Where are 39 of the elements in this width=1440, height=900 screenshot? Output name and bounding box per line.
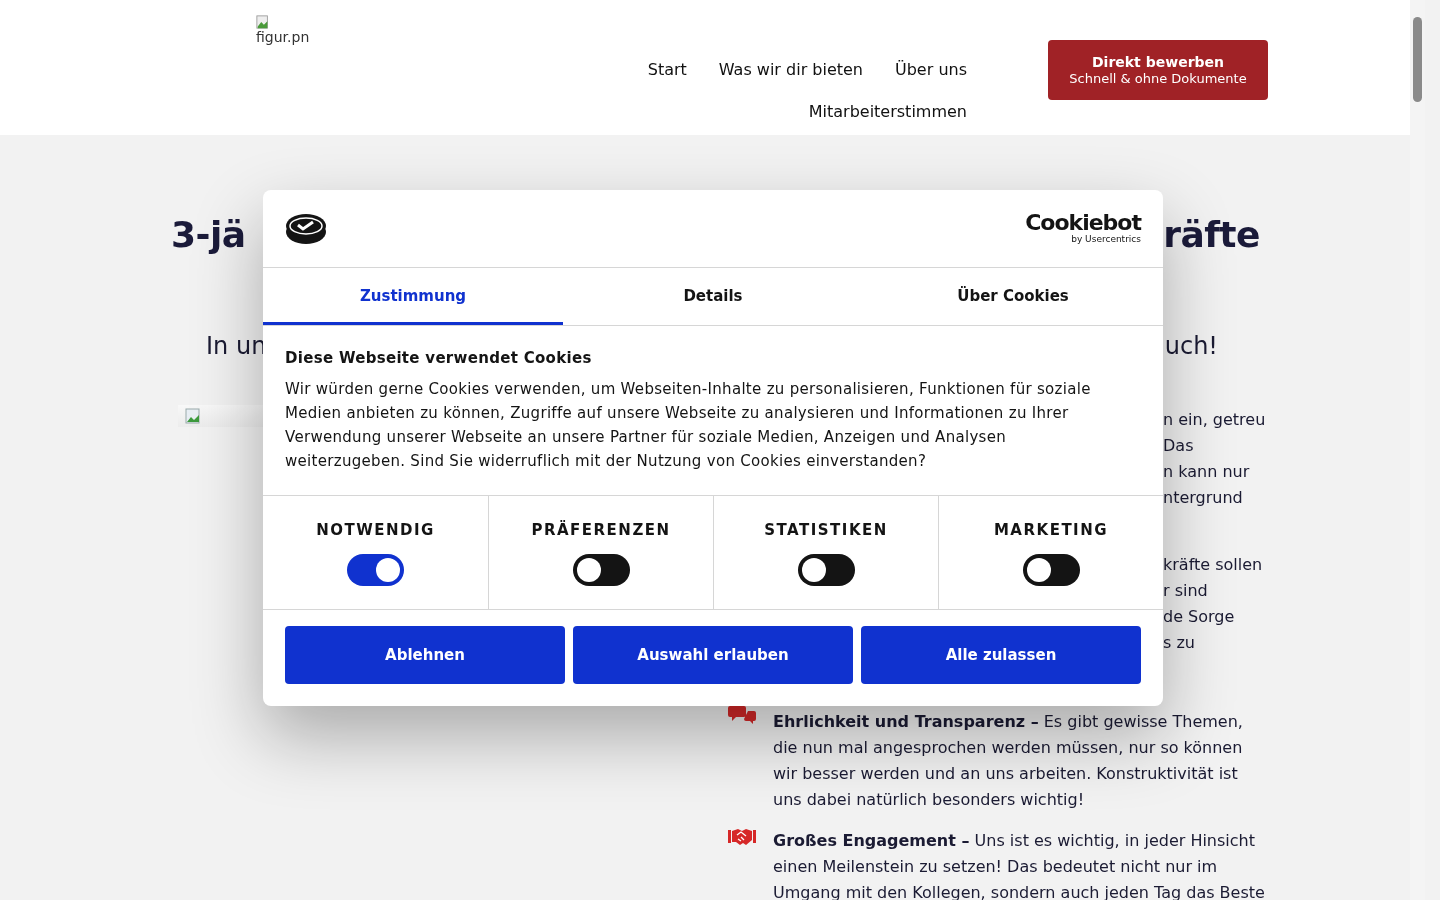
text-line: ntergrund [1163,487,1244,509]
category-toggle[interactable] [347,554,404,586]
consent-button[interactable]: Ablehnen [285,626,565,684]
category-label: MARKETING [993,521,1109,539]
broken-image-icon [256,15,270,29]
text-line: n ein, getreu [1163,409,1267,431]
dialog-title: Diese Webseite verwendet Cookies [285,348,593,368]
text-line: n kann nur [1163,461,1251,483]
dialog-tab[interactable]: Zustimmung [263,268,563,325]
category-toggle[interactable] [797,554,855,586]
page-heading: 3-jä [171,213,246,257]
page-heading: räfte [1163,213,1260,257]
brand-subtitle: by Usercentrics [1071,234,1141,245]
text-line: Das [1163,435,1195,457]
text-line: de Sorge [1163,606,1236,628]
intro-text: uch! [1164,331,1218,362]
cookie-check-logo-icon [285,212,327,245]
value-description: Ehrlichkeit und Transparenz – Es gibt gewisse Themen, die nun mal angesprochen werden müssen, nur so können wir besser werden und an uns arbeiten. Konstruktivität ist uns dabei natürlich besonders wichtig! [773,711,1244,811]
text-line: s zu [1163,632,1196,654]
category-label: PRÄFERENZEN [531,521,671,539]
apply-button[interactable]: Direkt bewerben Schnell & ohne Dokumente [1048,40,1268,100]
dialog-description: Wir würden gerne Cookies verwenden, um Webseiten-Inhalte zu personalisieren, Funktionen für soziale Medien anbieten zu können, Zugriffe auf unsere Webseite zu analysieren und Informationen zu Ihrer Verwendung unserer Webseite an unsere Partner für soziale Medien, Anzeigen und Analysen weiterzugeben. Sind Sie widerruflich mit der Nutzung von Cookies einverstanden? [285,379,1092,472]
logo-image-alt-text[interactable]: figur.pn [256,15,316,49]
consent-button[interactable]: Alle zulassen [861,626,1141,684]
nav-link[interactable]: Über uns [895,60,967,80]
text-line: r sind [1163,580,1209,602]
category-label: NOTWENDIG [316,521,435,539]
category-toggle[interactable] [1022,554,1080,586]
category-toggle[interactable] [572,554,630,586]
handshake-icon [728,827,756,847]
broken-image-icon [185,408,201,424]
brand-logo-text: Cookiebot [1025,212,1141,234]
speech-bubbles-icon [728,703,756,725]
category-label: STATISTIKEN [764,521,888,539]
nav-link[interactable]: Start [647,60,687,80]
nav-link[interactable]: Was wir dir bieten [718,60,863,80]
nav-link[interactable]: Mitarbeiterstimmen [808,102,967,122]
consent-button[interactable]: Auswahl erlauben [573,626,853,684]
text-line: kräfte sollen [1163,554,1264,576]
